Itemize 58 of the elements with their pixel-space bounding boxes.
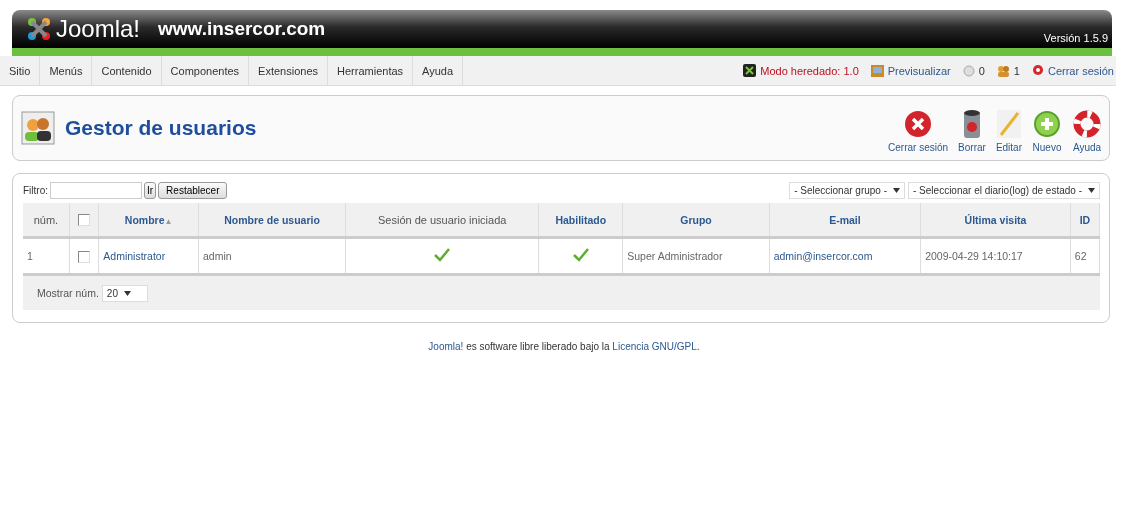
caret-icon xyxy=(124,290,131,296)
column-header[interactable]: E-mail xyxy=(769,203,921,238)
logout-icon xyxy=(1031,64,1044,77)
column-header[interactable]: Nombre de usuario xyxy=(198,203,346,238)
license-link[interactable]: Licencia GNU/GPL xyxy=(612,341,697,352)
checkmark-icon[interactable] xyxy=(572,248,589,262)
filter-dropdown[interactable]: - Seleccionar el diario(log) de estado - xyxy=(908,182,1100,199)
toolbar-button[interactable]: Nuevo xyxy=(1029,109,1065,153)
status-link[interactable]: 0 xyxy=(962,64,985,77)
toolbar-button[interactable]: Borrar xyxy=(955,109,989,153)
status-link[interactable]: Modo heredado: 1.0 xyxy=(743,64,859,77)
column-header[interactable]: ID xyxy=(1070,203,1100,238)
menu-item[interactable]: Menús xyxy=(40,56,93,85)
preview-icon xyxy=(870,64,884,77)
version-label: Versión 1.5.9 xyxy=(1043,32,1108,46)
joomla-logo-icon xyxy=(26,16,52,42)
pagination-label: Mostrar núm. xyxy=(37,287,99,299)
trash-icon xyxy=(961,109,982,139)
message-icon xyxy=(962,64,975,77)
menu-item[interactable]: Herramientas xyxy=(328,56,414,85)
page-title: Gestor de usuarios xyxy=(65,116,257,140)
lifebuoy-icon xyxy=(1072,109,1102,139)
filter-dropdown[interactable]: - Seleccionar grupo - xyxy=(789,182,905,199)
go-button[interactable]: Ir xyxy=(144,182,157,199)
joomla-logo-icon xyxy=(743,64,757,77)
menu-item[interactable]: Extensiones xyxy=(249,56,329,85)
checkbox[interactable] xyxy=(78,250,91,263)
add-icon xyxy=(1032,109,1062,139)
menu-item[interactable]: Sitio xyxy=(0,56,41,85)
page-size-dropdown[interactable]: 20 xyxy=(101,284,148,302)
status-link[interactable]: Cerrar sesión xyxy=(1031,64,1114,77)
column-header[interactable]: Habilitado xyxy=(538,203,623,238)
users-icon xyxy=(21,111,55,145)
menu-item[interactable]: Contenido xyxy=(92,56,162,85)
close-icon xyxy=(903,109,934,139)
filter-label: Filtro: xyxy=(23,185,48,196)
filter-field[interactable] xyxy=(50,182,142,199)
column-header: Sesión de usuario iniciada xyxy=(345,203,539,238)
menu-item[interactable]: Ayuda xyxy=(413,56,464,85)
logo-text: Joomla! xyxy=(56,15,141,43)
toolbar-button[interactable]: Editar xyxy=(992,109,1025,153)
toolbar-button[interactable]: Cerrar sesión xyxy=(885,109,952,153)
footer-text: Joomla! es software libre liberado bajo la Licencia GNU/GPL. xyxy=(427,341,701,352)
column-header[interactable]: Última visita xyxy=(920,203,1071,238)
status-link[interactable]: Previsualizar xyxy=(870,64,951,77)
column-header: núm. xyxy=(23,203,70,238)
reset-button[interactable]: Restablecer xyxy=(158,182,228,199)
menu-item[interactable]: Componentes xyxy=(161,56,250,85)
caret-icon xyxy=(1088,188,1095,193)
caret-icon xyxy=(893,188,900,193)
users-icon xyxy=(996,64,1010,77)
status-link[interactable]: 1 xyxy=(996,64,1020,77)
site-name: www.insercor.com xyxy=(158,18,326,40)
pencil-icon xyxy=(995,109,1022,139)
column-header[interactable]: Nombre▲ xyxy=(98,203,199,238)
column-header[interactable]: Grupo xyxy=(622,203,770,238)
checkbox[interactable] xyxy=(78,214,91,227)
toolbar-button[interactable]: Ayuda xyxy=(1069,109,1105,153)
